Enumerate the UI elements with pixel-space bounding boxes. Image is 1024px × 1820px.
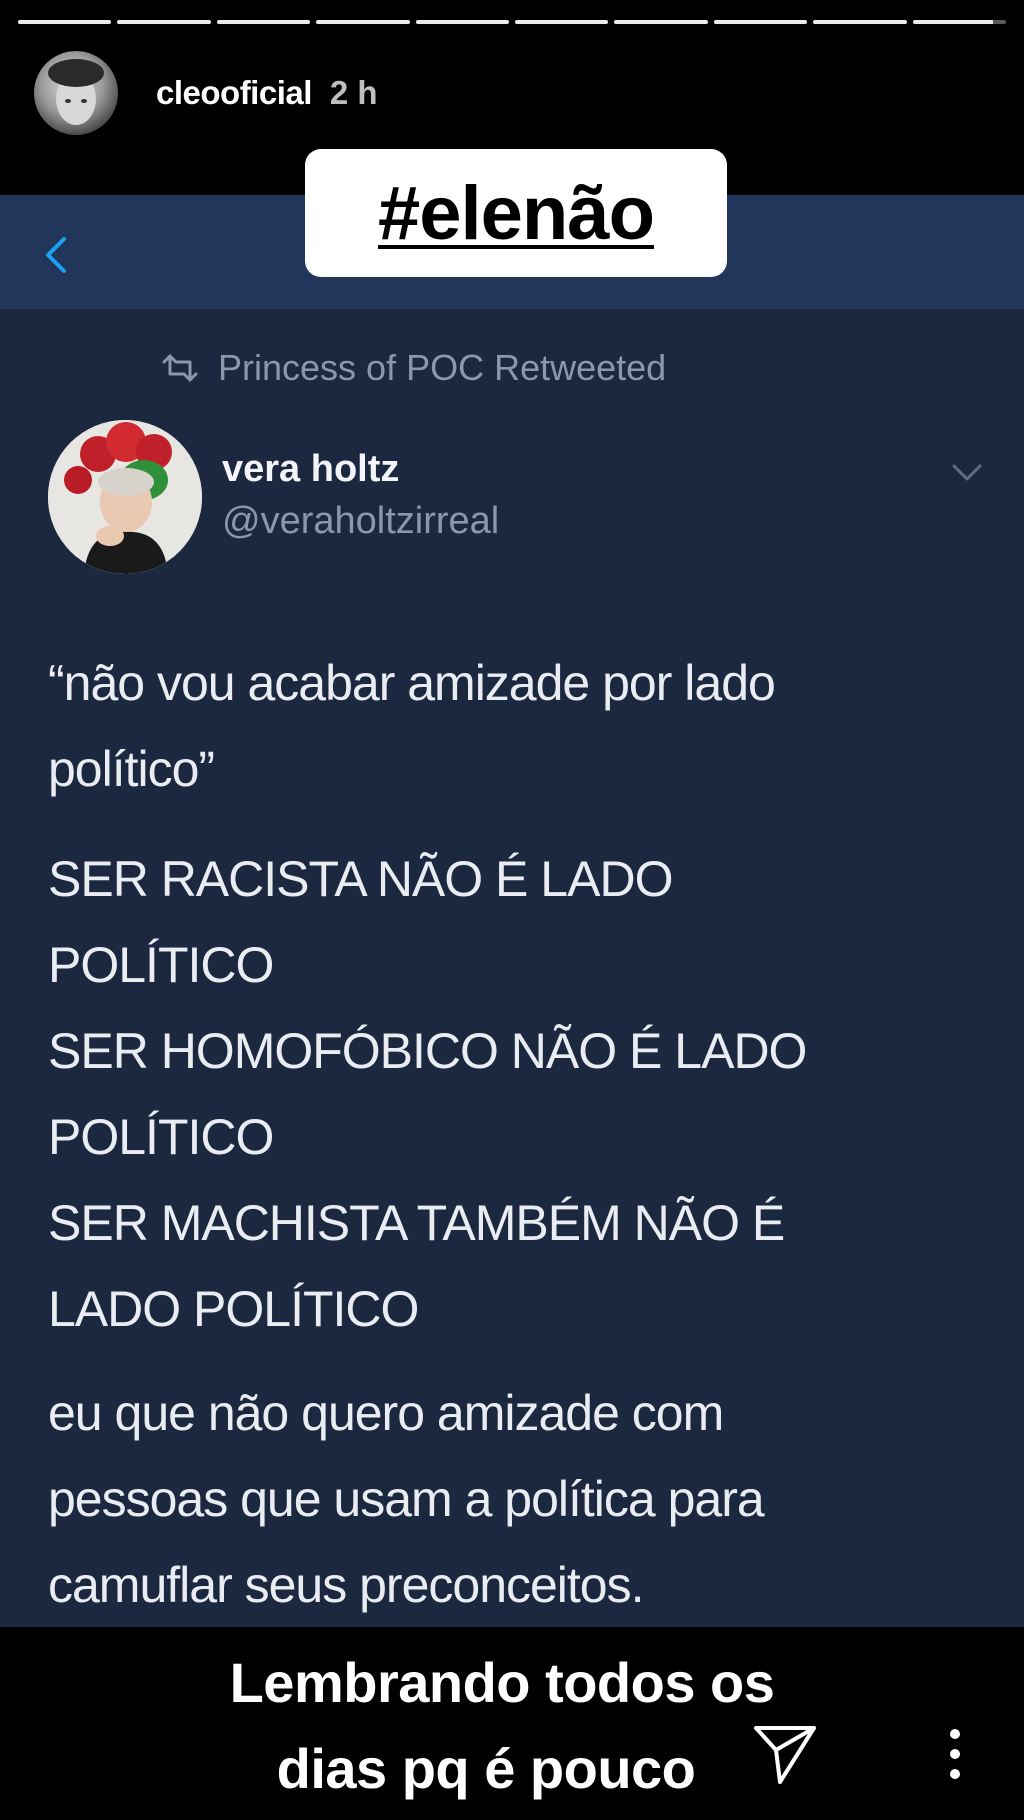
retweeted-by-row: Princess of POC Retweeted [160,347,667,388]
caption-line-2: dias pq é pouco [276,1737,696,1800]
tweet-line: SER RACISTA NÃO É LADO [48,851,673,907]
author-photo-icon [48,420,202,574]
story-username[interactable]: cleooficial [156,74,312,112]
story-progress-bar [18,20,1007,25]
more-options-icon[interactable] [944,1728,966,1780]
tweet-line: pessoas que usam a política para [48,1471,765,1527]
retweet-icon [162,354,198,382]
back-chevron-icon [46,237,66,273]
progress-segment [415,20,510,24]
tweet-line: SER HOMOFÓBICO NÃO É LADO [48,1023,807,1079]
profile-photo-icon [48,59,104,125]
tweet-line: SER MACHISTA TAMBÉM NÃO É [48,1195,785,1251]
progress-segment-current [912,20,1007,24]
story-timestamp: 2 h [329,74,378,111]
progress-segment [515,20,609,24]
progress-segment [216,20,311,24]
tweet-line: POLÍTICO [48,1109,274,1165]
retweeted-by-text: Princess of POC Retweeted [218,347,667,388]
caption-line-1: Lembrando todos os [229,1651,775,1714]
tweet-line: LADO POLÍTICO [48,1281,419,1337]
progress-segment [813,20,907,24]
tweet-author-avatar[interactable] [48,420,202,574]
tweet-author-handle[interactable]: @veraholtzirreal [222,500,499,543]
tweet-paragraph-1: “não vou acabar amizade por lado polític… [48,640,988,812]
profile-avatar[interactable] [34,51,118,135]
progress-segment [713,20,808,24]
tweet-line: “não vou acabar amizade por lado [48,655,776,711]
tweet-line: camuflar seus preconceitos. [48,1557,645,1613]
progress-segment [614,20,708,24]
progress-segment [117,20,211,24]
tweet-line: POLÍTICO [48,937,274,993]
tweet-author-name[interactable]: vera holtz [222,448,399,491]
send-direct-icon[interactable] [750,1720,820,1786]
story-caption: Lembrando todos os dias pq é pouco [0,1640,1024,1812]
hashtag-sticker[interactable]: #elenão [305,149,727,277]
chevron-down-icon[interactable] [950,462,984,484]
progress-segment [18,20,112,24]
tweet-paragraph-2: SER RACISTA NÃO É LADO POLÍTICO SER HOMO… [48,836,988,1352]
story-header: cleooficial 2 h [34,50,378,136]
hashtag-text: #elenão [377,170,655,256]
tweet-line: político” [48,741,215,797]
tweet-paragraph-3: eu que não quero amizade com pessoas que… [48,1370,988,1628]
tweet-line: eu que não quero amizade com [48,1385,724,1441]
progress-segment [316,20,410,24]
